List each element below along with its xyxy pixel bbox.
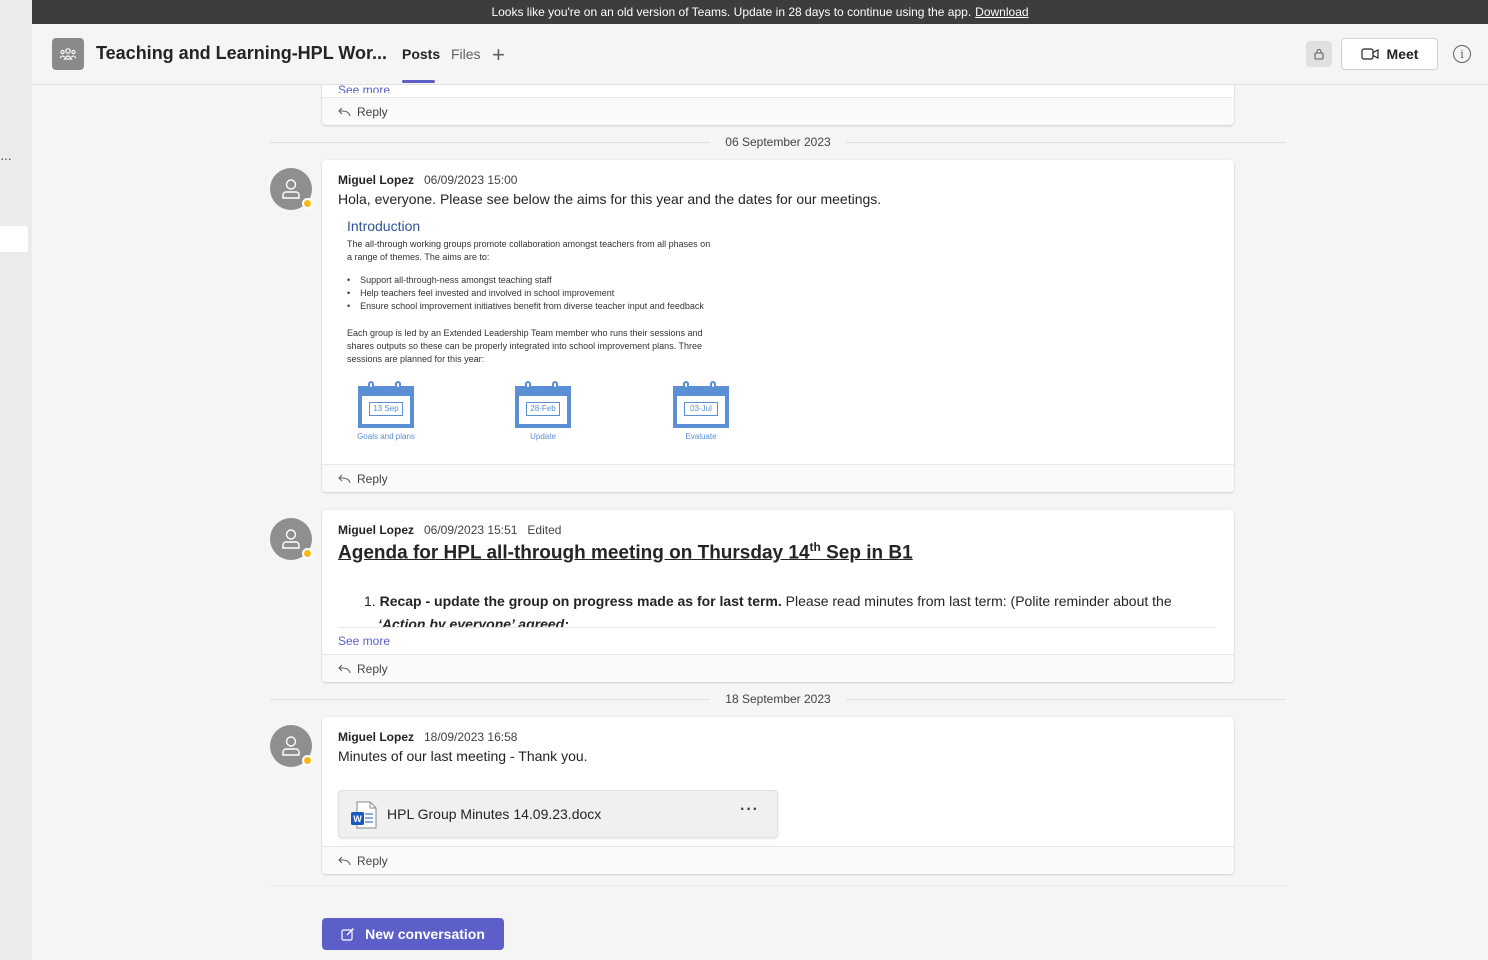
reply-button[interactable]: Reply — [322, 846, 1234, 874]
calendar-session: 28-Feb Update — [508, 381, 578, 441]
previous-post-card: See more Reply — [322, 85, 1234, 125]
person-icon — [282, 736, 300, 756]
intro-image: Introduction The all-through working gro… — [347, 218, 757, 450]
calendar-label: Goals and plans — [357, 432, 415, 441]
compose-icon — [341, 928, 355, 941]
author-name[interactable]: Miguel Lopez — [338, 730, 414, 744]
new-conversation-label: New conversation — [365, 926, 485, 942]
add-tab-icon[interactable]: + — [492, 42, 505, 68]
post-meta: Miguel Lopez 06/09/2023 15:51 Edited — [338, 523, 561, 537]
presence-away-icon — [302, 755, 313, 766]
info-icon[interactable]: i — [1453, 45, 1471, 63]
post-meta: Miguel Lopez 06/09/2023 15:00 — [338, 173, 517, 187]
intro-bullet: • Support all-through-ness amongst teach… — [347, 275, 552, 285]
post-timestamp: 18/09/2023 16:58 — [424, 730, 518, 744]
calendar-icon: 03-Jul — [673, 381, 729, 428]
file-name: HPL Group Minutes 14.09.23.docx — [387, 806, 602, 822]
intro-bullet: • Help teachers feel invested and involv… — [347, 288, 615, 298]
avatar[interactable] — [270, 168, 313, 210]
reply-label: Reply — [357, 471, 388, 486]
post-card: Miguel Lopez 06/09/2023 15:00 Hola, ever… — [322, 160, 1234, 492]
reply-icon — [338, 474, 351, 483]
team-icon — [52, 38, 84, 70]
reply-button[interactable]: Reply — [322, 464, 1234, 492]
date-separator-label: 18 September 2023 — [725, 692, 831, 706]
team-title: Teaching and Learning-HPL Wor... — [96, 43, 388, 63]
tab-posts[interactable]: Posts — [402, 46, 440, 62]
intro-para2-line3: sessions are planned for this year: — [347, 354, 485, 364]
more-options-icon[interactable]: ··· — [740, 801, 759, 819]
date-separator: 18 September 2023 — [270, 692, 1286, 706]
intro-para2-line1: Each group is led by an Extended Leaders… — [347, 328, 703, 338]
divider — [338, 627, 1216, 628]
post-meta: Miguel Lopez 18/09/2023 16:58 — [338, 730, 517, 744]
calendar-session: 13 Sep Goals and plans — [351, 381, 421, 441]
author-name[interactable]: Miguel Lopez — [338, 523, 414, 537]
channel-header: Teaching and Learning-HPL Wor... Posts F… — [32, 24, 1488, 85]
reply-button[interactable]: Reply — [322, 654, 1234, 682]
intro-para2-line2: shares outputs so these can be properly … — [347, 341, 703, 351]
author-name[interactable]: Miguel Lopez — [338, 173, 414, 187]
calendar-date: 28-Feb — [526, 402, 560, 416]
avatar[interactable] — [270, 725, 313, 767]
reply-label: Reply — [357, 104, 388, 119]
calendar-icon: 13 Sep — [358, 381, 414, 428]
update-banner: Looks like you're on an old version of T… — [32, 0, 1488, 24]
message-text: Minutes of our last meeting - Thank you. — [338, 748, 588, 764]
intro-para1-line2: a range of themes. The aims are to: — [347, 252, 490, 262]
new-conversation-button[interactable]: New conversation — [322, 918, 504, 950]
reply-button[interactable]: Reply — [322, 97, 1234, 125]
left-rail: ··· — [0, 0, 32, 960]
post-card: Miguel Lopez 18/09/2023 16:58 Minutes of… — [322, 717, 1234, 874]
agenda-title: Agenda for HPL all-through meeting on Th… — [338, 540, 913, 564]
intro-para1-line1: The all-through working groups promote c… — [347, 239, 711, 249]
calendar-label: Update — [530, 432, 556, 441]
see-more-link[interactable]: See more — [338, 85, 390, 93]
reply-icon — [338, 664, 351, 673]
avatar[interactable] — [270, 518, 313, 560]
date-separator-label: 06 September 2023 — [725, 135, 831, 149]
active-tab-indicator — [402, 80, 435, 83]
reply-icon — [338, 107, 351, 116]
more-options-icon[interactable]: ··· — [0, 150, 12, 166]
edited-label: Edited — [527, 523, 562, 537]
person-icon — [282, 179, 300, 199]
file-attachment[interactable]: W HPL Group Minutes 14.09.23.docx ··· — [338, 790, 778, 838]
meet-button[interactable]: Meet — [1341, 38, 1438, 70]
reply-label: Reply — [357, 661, 388, 676]
conversation-list: See more Reply 06 September 2023 Miguel … — [32, 85, 1488, 960]
video-camera-icon — [1360, 48, 1379, 60]
divider — [270, 885, 1286, 886]
intro-title: Introduction — [347, 218, 421, 234]
date-separator: 06 September 2023 — [270, 135, 1286, 149]
post-card: Miguel Lopez 06/09/2023 15:51 Edited Age… — [322, 510, 1234, 682]
reply-icon — [338, 856, 351, 865]
calendar-session: 03-Jul Evaluate — [666, 381, 736, 441]
intro-bullet: • Ensure school improvement initiatives … — [347, 301, 704, 311]
person-icon — [282, 529, 300, 549]
svg-text:W: W — [353, 814, 362, 824]
tab-files[interactable]: Files — [451, 46, 481, 62]
calendar-label: Evaluate — [685, 432, 717, 441]
download-link[interactable]: Download — [975, 5, 1028, 19]
agenda-item: 1. Recap - update the group on progress … — [364, 593, 1172, 609]
calendar-icon: 28-Feb — [515, 381, 571, 428]
word-document-icon: W — [351, 801, 377, 829]
banner-message: Looks like you're on an old version of T… — [491, 5, 972, 19]
reply-label: Reply — [357, 853, 388, 868]
message-text: Hola, everyone. Please see below the aim… — [338, 191, 882, 207]
post-timestamp: 06/09/2023 15:00 — [424, 173, 518, 187]
lock-icon[interactable] — [1306, 41, 1332, 67]
agenda-item-continued: ‘Action by everyone’ agreed: — [378, 616, 569, 627]
post-timestamp: 06/09/2023 15:51 — [424, 523, 518, 537]
presence-away-icon — [302, 198, 313, 209]
calendar-date: 13 Sep — [369, 402, 403, 416]
calendar-date: 03-Jul — [684, 402, 718, 416]
rail-selected-item[interactable] — [0, 226, 28, 252]
presence-away-icon — [302, 548, 313, 559]
meet-label: Meet — [1386, 46, 1419, 62]
see-more-link[interactable]: See more — [338, 634, 390, 648]
